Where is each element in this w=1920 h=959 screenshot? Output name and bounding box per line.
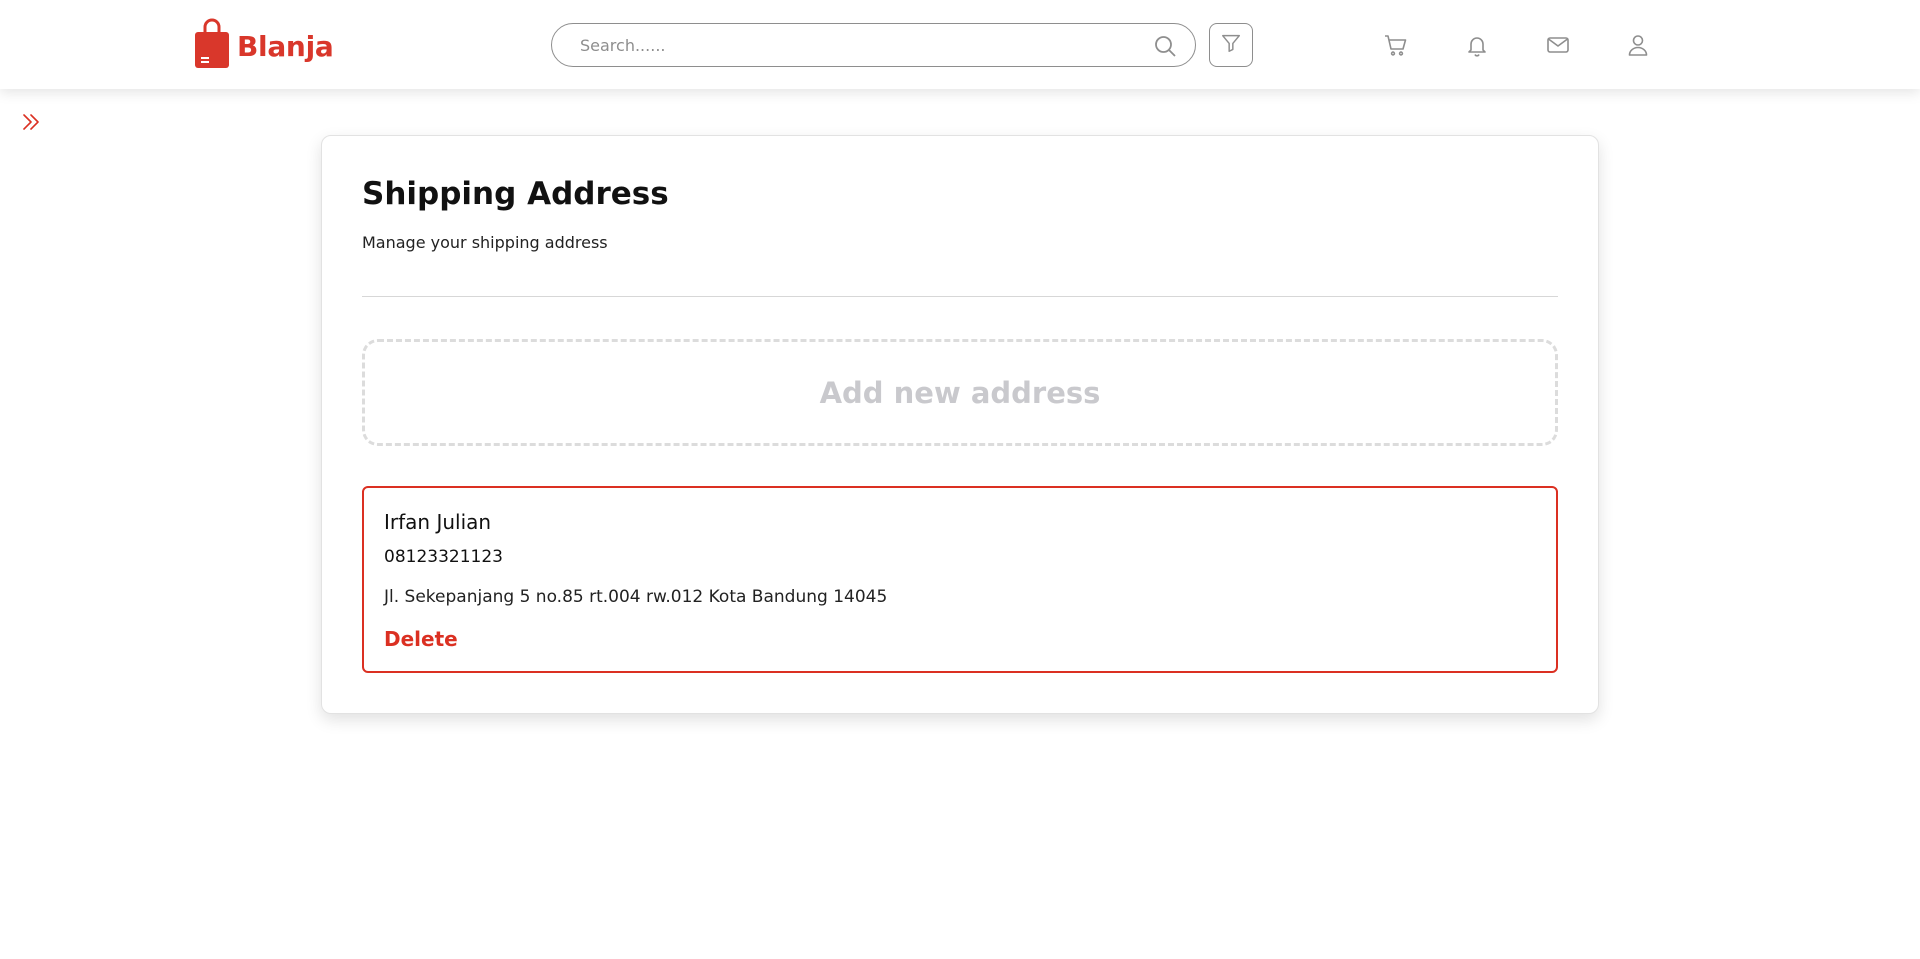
recipient-name: Irfan Julian	[384, 510, 492, 534]
user-icon[interactable]	[1626, 33, 1650, 57]
divider	[362, 296, 1558, 297]
address-card[interactable]: Irfan Julian 08123321123 Jl. Sekepanjang…	[362, 486, 1558, 673]
shipping-address-panel: Shipping Address Manage your shipping ad…	[321, 135, 1599, 714]
address-text: Jl. Sekepanjang 5 no.85 rt.004 rw.012 Ko…	[384, 587, 888, 607]
filter-button[interactable]	[1209, 23, 1253, 67]
mail-icon[interactable]	[1546, 33, 1570, 57]
chevrons-right-icon[interactable]	[22, 113, 42, 135]
filter-icon	[1220, 32, 1242, 58]
search-icon[interactable]	[1153, 34, 1177, 62]
page-subtitle: Manage your shipping address	[362, 233, 608, 252]
brand-name: Blanja	[237, 29, 334, 63]
recipient-phone: 08123321123	[384, 547, 503, 567]
bell-icon[interactable]	[1465, 33, 1489, 57]
add-new-address-label: Add new address	[819, 375, 1101, 410]
top-navbar: Blanja	[0, 0, 1920, 89]
cart-icon[interactable]	[1384, 33, 1408, 57]
page-title: Shipping Address	[362, 176, 669, 212]
brand-logo[interactable]: Blanja	[193, 18, 334, 74]
search-input[interactable]	[580, 34, 1120, 56]
delete-address-button[interactable]: Delete	[384, 627, 458, 651]
shopping-bag-icon	[193, 18, 231, 74]
add-new-address-button[interactable]: Add new address	[362, 339, 1558, 446]
search-bar	[551, 23, 1196, 67]
